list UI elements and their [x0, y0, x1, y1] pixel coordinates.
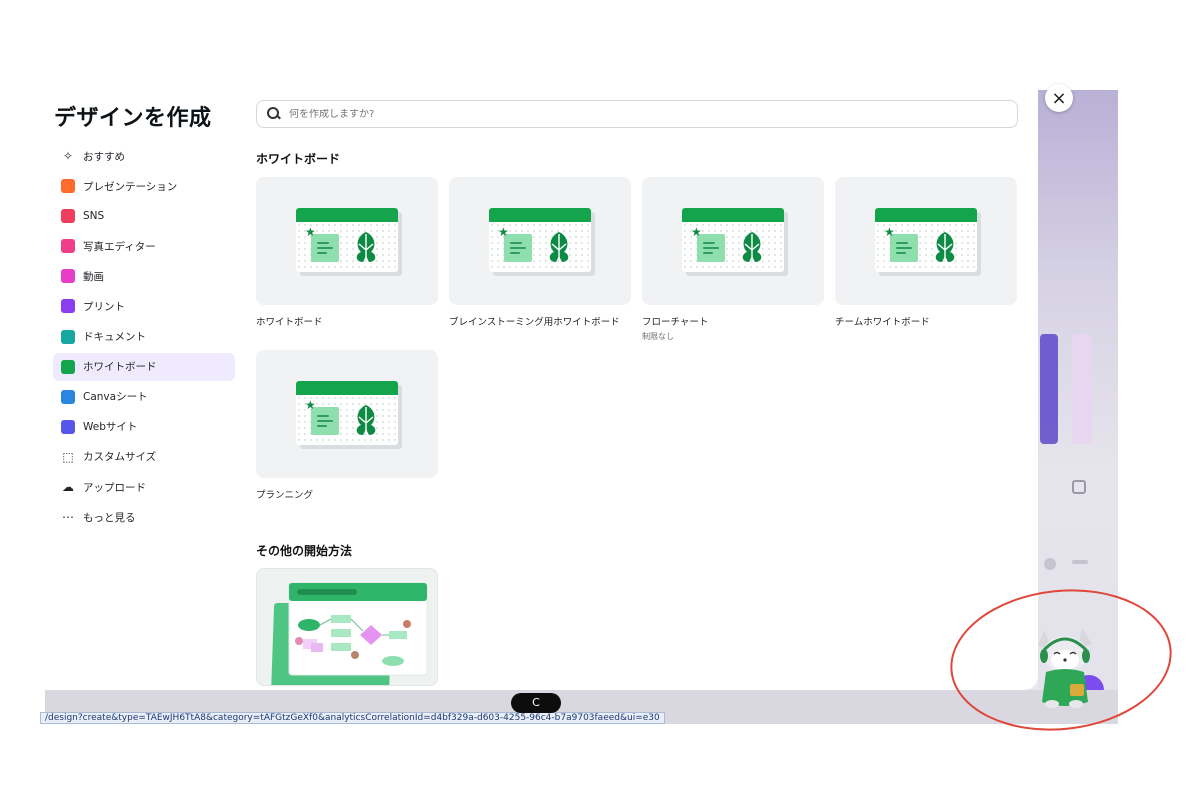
background-thumbnail — [1040, 334, 1058, 444]
create-design-modal: デザインを作成 ✧ おすすめプレゼンテーション SNS 写真エディター 動画プリントドキ… — [40, 90, 1038, 690]
sidebar-item-label: ドキュメント — [83, 331, 146, 344]
card-title: プランニング — [256, 490, 314, 501]
card-thumbnail: ★ — [256, 177, 438, 305]
card-title: チームホワイトボード — [835, 317, 930, 328]
background-icon — [1072, 480, 1086, 494]
sidebar-item-label: Canvaシート — [83, 391, 148, 404]
sidebar-item[interactable]: ☁ アップロード — [53, 473, 235, 501]
modal-title: デザインを作成 — [54, 106, 212, 131]
website-icon — [61, 419, 75, 434]
flowchart-illustration — [271, 582, 428, 685]
mascot-sticker-icon — [1038, 628, 1092, 708]
card-thumbnail: ★ — [642, 177, 824, 305]
more-icon: ⋯ — [62, 510, 74, 525]
sidebar-item-label: おすすめ — [83, 150, 125, 163]
sidebar-item[interactable]: SNS — [53, 202, 235, 230]
sidebar-item[interactable]: プリント — [53, 292, 235, 320]
sidebar-item-label: プリント — [83, 300, 125, 313]
screen: デザインを作成 ✧ おすすめプレゼンテーション SNS 写真エディター 動画プリントドキ… — [0, 0, 1200, 812]
card-title: ブレインストーミング用ホワイトボード — [449, 317, 620, 328]
sidebar-item-label: Webサイト — [83, 421, 138, 434]
camera-icon — [61, 239, 75, 254]
card-subtitle: 制限なし — [642, 332, 674, 341]
video-icon — [61, 269, 75, 284]
sidebar-item[interactable]: プレゼンテーション — [53, 172, 235, 200]
sidebar-item-label: アップロード — [83, 481, 146, 494]
heart-icon — [61, 209, 75, 224]
sidebar-item[interactable]: ドキュメント — [53, 323, 235, 351]
whiteboard-illustration: ★ — [489, 208, 591, 272]
sidebar-item[interactable]: 動画 — [53, 262, 235, 290]
sidebar-item-label: もっと見る — [83, 511, 136, 524]
background-icon — [1072, 560, 1088, 564]
loading-indicator: C — [511, 693, 561, 713]
search-input[interactable] — [289, 108, 989, 120]
template-card[interactable]: ★ プランニング — [256, 350, 438, 501]
close-button[interactable]: × — [1045, 84, 1073, 112]
sidebar-item-label: SNS — [83, 210, 105, 223]
status-url-tooltip: /design?create&type=TAEwJH6TtA8&category… — [40, 712, 665, 724]
card-title: フローチャート — [642, 317, 709, 328]
background-icon — [1044, 558, 1056, 570]
background-thumbnail — [1072, 334, 1092, 444]
card-thumbnail: ★ — [835, 177, 1017, 305]
presentation-icon — [61, 179, 75, 194]
sidebar-item[interactable]: Webサイト — [53, 413, 235, 441]
sidebar-item[interactable]: Canvaシート — [53, 383, 235, 411]
sidebar-item[interactable]: ホワイトボード — [53, 352, 235, 381]
custom-size-icon: ⬚ — [62, 449, 74, 464]
category-sidebar: ✧ おすすめプレゼンテーション SNS 写真エディター 動画プリントドキュメント ホワイト… — [53, 142, 235, 533]
sidebar-item-label: プレゼンテーション — [83, 180, 178, 193]
card-thumbnail — [256, 568, 438, 686]
search-icon — [267, 107, 281, 121]
section-title-whiteboard: ホワイトボード — [256, 152, 341, 166]
other-start-card[interactable] — [256, 568, 438, 686]
upload-cloud-icon: ☁ — [62, 480, 74, 495]
card-thumbnail: ★ — [256, 350, 438, 478]
whiteboard-illustration: ★ — [296, 381, 398, 445]
sidebar-item-label: カスタムサイズ — [83, 451, 157, 464]
sidebar-item[interactable]: ✧ おすすめ — [53, 142, 235, 170]
sidebar-item-label: 動画 — [83, 270, 104, 283]
search-bar[interactable] — [256, 100, 1018, 128]
document-icon — [61, 329, 75, 344]
sidebar-item-label: ホワイトボード — [83, 361, 157, 374]
template-card[interactable]: ★ チームホワイトボード — [835, 177, 1017, 328]
sidebar-item[interactable]: ⋯ もっと見る — [53, 503, 235, 531]
sparkle-icon: ✧ — [62, 149, 74, 163]
template-card[interactable]: ★ ブレインストーミング用ホワイトボード — [449, 177, 631, 328]
section-title-other: その他の開始方法 — [256, 544, 353, 558]
template-card[interactable]: ★ ホワイトボード — [256, 177, 438, 328]
whiteboard-icon — [61, 359, 75, 374]
sidebar-item-label: 写真エディター — [83, 240, 156, 253]
sidebar-item[interactable]: 写真エディター — [53, 232, 235, 260]
template-card[interactable]: ★ フローチャート 制限なし — [642, 177, 824, 342]
whiteboard-illustration: ★ — [296, 208, 398, 272]
whiteboard-illustration: ★ — [875, 208, 977, 272]
sheet-icon — [61, 389, 75, 404]
whiteboard-illustration: ★ — [682, 208, 784, 272]
close-icon: × — [1051, 87, 1067, 109]
sidebar-item[interactable]: ⬚ カスタムサイズ — [53, 443, 235, 471]
card-thumbnail: ★ — [449, 177, 631, 305]
printer-icon — [61, 299, 75, 314]
card-title: ホワイトボード — [256, 317, 323, 328]
